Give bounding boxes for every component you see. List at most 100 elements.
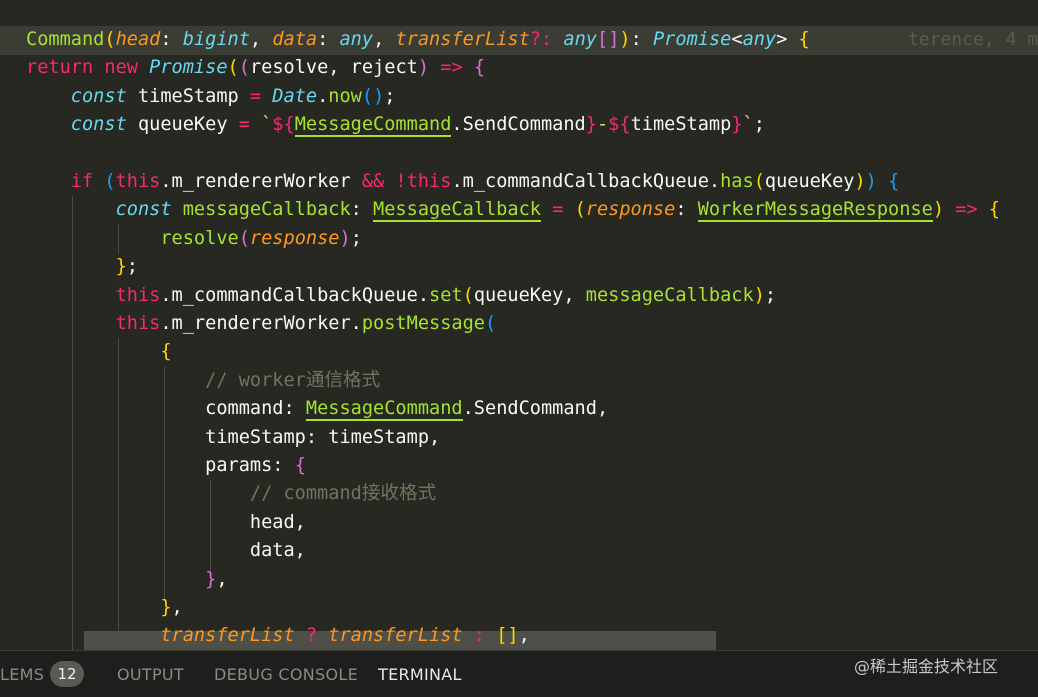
code-token: Promise (149, 57, 228, 79)
code-line[interactable]: transferList ? transferList : [], (26, 622, 529, 650)
code-line[interactable]: if (this.m_rendererWorker && !this.m_com… (26, 168, 899, 196)
code-token: { (294, 455, 306, 476)
code-token: , (171, 597, 183, 618)
code-token: { (888, 171, 900, 192)
code-line[interactable]: { (26, 338, 172, 366)
code-token: queueKey, (473, 284, 586, 306)
code-token: ) (417, 57, 430, 79)
code-line[interactable]: params: { (26, 452, 306, 480)
code-token: data (272, 29, 318, 50)
code-token: ( (753, 171, 765, 192)
code-token: new (104, 57, 150, 79)
code-token: { (798, 29, 810, 50)
code-token: Promise (652, 29, 732, 50)
code-line[interactable]: }, (26, 594, 183, 622)
code-line[interactable]: this.m_commandCallbackQueue.set(queueKey… (26, 282, 777, 310)
code-token: ${ (608, 114, 631, 136)
code-token: ` (742, 114, 754, 136)
code-line[interactable]: const queueKey = `${MessageCommand.SendC… (26, 111, 765, 139)
code-line[interactable]: }; (26, 253, 138, 281)
code-line[interactable]: Command(head: bigint, data: any, transfe… (26, 26, 810, 54)
code-line[interactable]: }, (26, 566, 228, 594)
code-token: // worker通信格式 (205, 369, 381, 391)
code-token: postMessage (361, 313, 485, 334)
code-token: } (115, 256, 127, 278)
code-token: transferList (395, 29, 530, 50)
code-token: : (160, 29, 183, 50)
code-line[interactable]: return new Promise((resolve, reject) => … (26, 54, 485, 82)
code-line[interactable]: const timeStamp = Date.now(); (26, 83, 396, 111)
code-token: ; (753, 114, 765, 136)
code-token: response (585, 199, 676, 221)
code-token: queueKey (137, 114, 239, 136)
tab-output[interactable]: OUTPUT (117, 665, 184, 684)
code-token: , (216, 568, 228, 590)
code-token: [] (597, 29, 620, 50)
code-token: head (115, 29, 161, 50)
code-token: ( (238, 227, 250, 249)
code-token: ) (619, 29, 631, 50)
code-token: const (70, 114, 138, 136)
code-token: ( (574, 199, 586, 221)
code-token: any (563, 29, 597, 50)
code-token: } (731, 114, 743, 136)
code-token: this (115, 284, 161, 306)
code-token: => (429, 57, 474, 79)
code-line[interactable]: resolve(response); (26, 225, 362, 253)
code-token: : (473, 625, 497, 647)
code-token: const (115, 199, 183, 221)
code-token: ( (227, 57, 239, 79)
code-token: Date (272, 85, 318, 107)
code-token: .m_commandCallbackQueue. (451, 171, 721, 192)
tab-problems[interactable]: LEMS (0, 665, 44, 684)
code-line[interactable]: timeStamp: timeStamp, (26, 424, 440, 452)
code-token: params: (205, 455, 295, 476)
code-token: . (317, 85, 329, 107)
code-line[interactable]: // command接收格式 (26, 480, 436, 508)
code-token: ) (339, 227, 351, 249)
code-line[interactable]: this.m_rendererWorker.postMessage( (26, 310, 497, 338)
code-token: } (160, 597, 172, 618)
code-line[interactable]: data, (26, 537, 306, 565)
code-token: ${ (272, 114, 295, 136)
code-token: command: (205, 398, 306, 420)
code-token: ( (484, 313, 497, 334)
code-editor[interactable]: Command(head: bigint, data: any, transfe… (0, 0, 1038, 650)
code-token: : (350, 199, 374, 221)
git-blame-annotation: terence, 4 m (908, 29, 1038, 50)
code-token: { (988, 199, 1000, 221)
code-token: ?: (529, 29, 564, 50)
code-token: { (160, 341, 172, 363)
code-token: response (249, 227, 340, 249)
code-token: MessageCallback (373, 199, 541, 223)
code-token: => (944, 199, 989, 221)
code-token: , (249, 29, 273, 50)
code-token: = (249, 85, 273, 107)
code-token: bigint (182, 29, 250, 50)
code-line[interactable]: // worker通信格式 (26, 367, 380, 395)
code-token: return (26, 57, 105, 79)
code-token: this (406, 171, 452, 192)
code-token: resolve (160, 227, 239, 249)
tab-terminal[interactable]: TERMINAL (378, 665, 462, 684)
tab-debug-console[interactable]: DEBUG CONSOLE (214, 665, 358, 684)
code-line[interactable]: const messageCallback: MessageCallback =… (26, 196, 1000, 224)
code-line[interactable]: command: MessageCommand.SendCommand, (26, 395, 608, 423)
code-token: has (720, 171, 754, 192)
code-token: ` (261, 114, 273, 136)
code-line[interactable]: head, (26, 509, 306, 537)
code-token: ! (395, 171, 407, 192)
code-token: this (115, 171, 161, 192)
code-token: - (596, 114, 609, 136)
code-token: transferList (328, 625, 474, 647)
